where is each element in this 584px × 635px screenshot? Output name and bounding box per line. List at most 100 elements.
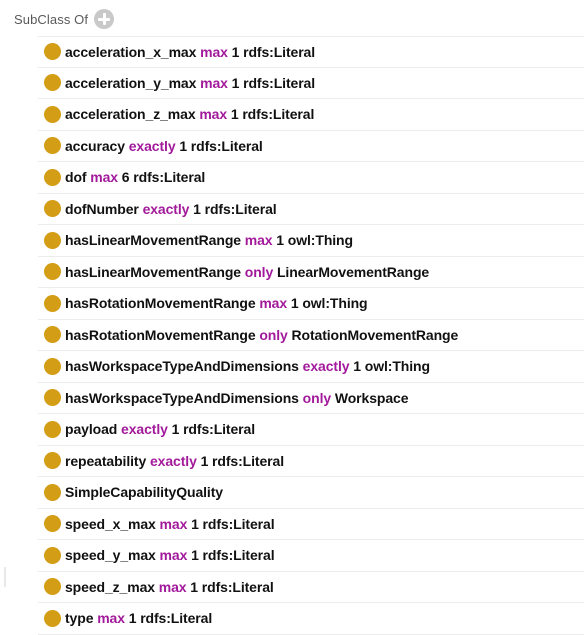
restriction-keyword: only [302,389,332,406]
property-name: hasLinearMovementRange [65,263,241,280]
property-name: acceleration_z_max [65,106,196,123]
plus-circle-icon[interactable] [94,9,115,29]
restriction-keyword: max [200,74,228,91]
class-expression: acceleration_y_max max 1 rdfs:Literal [65,75,315,91]
restriction-filler: Workspace [334,389,409,406]
restriction-keyword: max [199,106,228,123]
property-name: acceleration_x_max [65,43,197,60]
subclass-row[interactable]: acceleration_z_max max 1 rdfs:Literal [38,99,584,131]
restriction-keyword: max [200,43,228,60]
property-name: speed_z_max [65,578,155,595]
property-name: type [65,610,94,627]
class-expression: SimpleCapabilityQuality [65,484,223,500]
object-property-icon [44,326,61,344]
subclass-row[interactable]: hasLinearMovementRange max 1 owl:Thing [38,225,584,257]
class-expression: hasLinearMovementRange only LinearMoveme… [65,264,429,280]
restriction-filler: 1 rdfs:Literal [171,421,256,438]
class-expression: speed_z_max max 1 rdfs:Literal [65,579,274,595]
restriction-keyword: exactly [149,452,197,469]
restriction-keyword: max [97,610,125,627]
property-name: accuracy [65,137,125,154]
restriction-filler: 1 rdfs:Literal [230,106,315,123]
class-expression: payload exactly 1 rdfs:Literal [65,421,255,437]
object-property-icon [44,546,61,564]
subclass-of-header: SubClass Of [14,8,115,30]
restriction-filler: 1 rdfs:Literal [190,578,274,595]
subclass-row[interactable]: SimpleCapabilityQuality [38,477,584,509]
class-expression: acceleration_z_max max 1 rdfs:Literal [65,106,314,122]
subclass-row[interactable]: speed_z_max max 1 rdfs:Literal [38,572,584,603]
subclass-row[interactable]: speed_x_max max 1 rdfs:Literal [38,509,584,540]
property-name: payload [65,421,118,438]
subclass-row[interactable]: hasLinearMovementRange only LinearMoveme… [38,257,584,288]
object-property-icon [44,578,61,596]
subclass-row[interactable]: accuracy exactly 1 rdfs:Literal [38,131,584,162]
subclass-row[interactable]: dof max 6 rdfs:Literal [38,162,584,194]
object-property-icon [44,452,61,470]
property-name: repeatability [65,452,147,469]
property-name: hasLinearMovementRange [65,232,241,249]
subclass-row[interactable]: hasRotationMovementRange max 1 owl:Thing [38,288,584,320]
class-expression: dof max 6 rdfs:Literal [65,169,205,185]
restriction-filler: 1 rdfs:Literal [191,515,275,532]
class-expression: hasRotationMovementRange max 1 owl:Thing [65,295,368,311]
section-title: SubClass Of [14,11,89,27]
restriction-keyword: max [159,547,188,564]
restriction-keyword: max [159,515,188,532]
object-property-icon [44,294,61,312]
restriction-keyword: max [259,295,288,312]
subclass-row[interactable]: speed_y_max max 1 rdfs:Literal [38,540,584,572]
subclass-row[interactable]: repeatability exactly 1 rdfs:Literal [38,446,584,477]
object-property-icon [44,200,61,218]
restriction-filler: 1 owl:Thing [276,232,353,249]
subclass-row[interactable]: acceleration_x_max max 1 rdfs:Literal [38,36,584,68]
object-property-icon [44,483,61,501]
object-property-icon [44,389,61,407]
restriction-keyword: only [259,326,288,343]
restriction-keyword: exactly [302,358,350,375]
restriction-keyword: exactly [128,137,176,154]
property-name: acceleration_y_max [65,74,197,91]
object-property-icon [44,420,61,438]
class-expression: hasWorkspaceTypeAndDimensions exactly 1 … [65,358,430,374]
restriction-filler: LinearMovementRange [276,263,430,280]
property-name: hasRotationMovementRange [65,326,256,343]
object-property-icon [44,609,61,627]
property-name: hasWorkspaceTypeAndDimensions [65,358,299,375]
restriction-filler: 1 rdfs:Literal [179,137,263,154]
property-name: dofNumber [65,200,139,217]
property-name: hasRotationMovementRange [65,295,256,312]
subclass-row[interactable]: hasRotationMovementRange only RotationMo… [38,320,584,351]
class-expression: hasWorkspaceTypeAndDimensions only Works… [65,389,409,406]
object-property-icon [44,263,61,281]
restriction-filler: 1 rdfs:Literal [200,452,285,469]
class-expression: type max 1 rdfs:Literal [65,610,212,626]
property-name: hasWorkspaceTypeAndDimensions [65,389,299,406]
restriction-keyword: exactly [142,200,190,217]
subclass-row[interactable]: acceleration_y_max max 1 rdfs:Literal [38,68,584,99]
restriction-keyword: max [90,169,118,186]
subclass-row[interactable]: type max 1 rdfs:Literal [38,603,584,635]
class-expression: accuracy exactly 1 rdfs:Literal [65,138,263,154]
restriction-keyword: exactly [121,421,168,438]
class-expression: hasLinearMovementRange max 1 owl:Thing [65,232,353,248]
subclass-row[interactable]: payload exactly 1 rdfs:Literal [38,414,584,446]
restriction-filler: 1 rdfs:Literal [128,610,213,627]
restriction-filler: 1 rdfs:Literal [191,547,275,564]
scroll-edge-marker [4,567,6,587]
class-expression: acceleration_x_max max 1 rdfs:Literal [65,44,315,60]
subclass-of-list: acceleration_x_max max 1 rdfs:Literal acc… [38,36,584,635]
restriction-filler: 1 owl:Thing [290,295,368,312]
restriction-filler: 1 rdfs:Literal [231,74,316,91]
class-expression: dofNumber exactly 1 rdfs:Literal [65,201,277,217]
object-property-icon [44,515,61,533]
subclass-row[interactable]: hasWorkspaceTypeAndDimensions only Works… [38,383,584,414]
object-property-icon [44,74,61,92]
object-property-icon [44,43,61,61]
object-property-icon [44,137,61,155]
object-property-icon [44,231,61,249]
subclass-row[interactable]: hasWorkspaceTypeAndDimensions exactly 1 … [38,351,584,383]
class-expression: speed_x_max max 1 rdfs:Literal [65,515,275,532]
restriction-keyword: max [244,232,273,249]
subclass-row[interactable]: dofNumber exactly 1 rdfs:Literal [38,194,584,225]
